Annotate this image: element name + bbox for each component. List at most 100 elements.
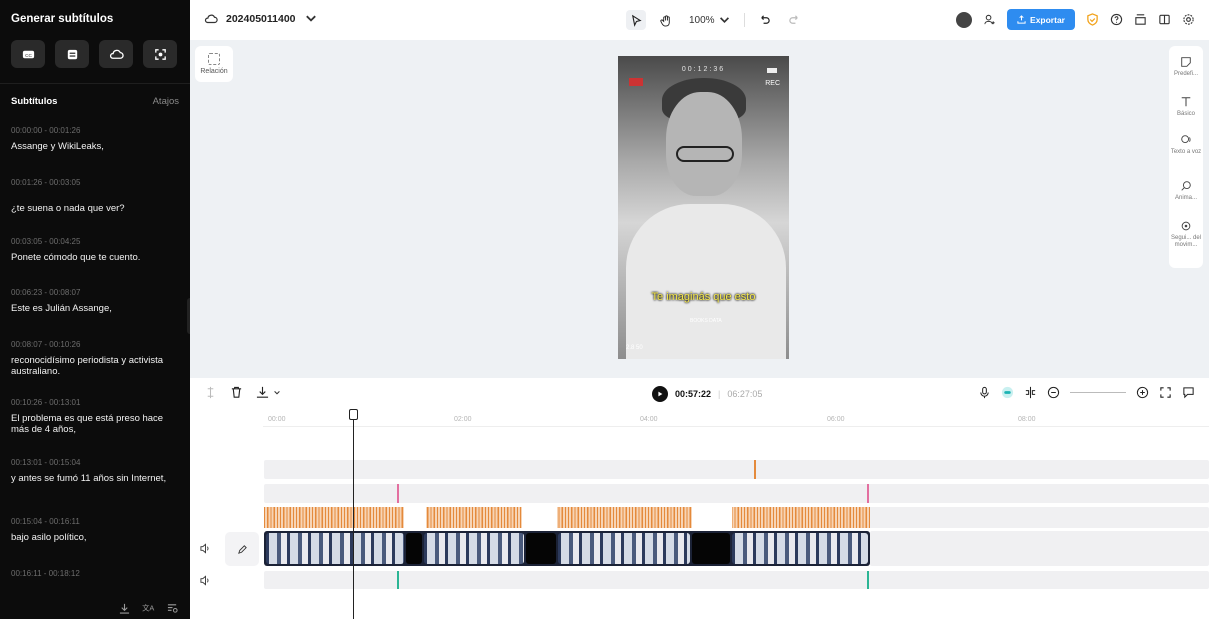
zoom-out-icon[interactable] (1047, 386, 1060, 399)
subtitle-item[interactable]: 00:10:26 - 00:13:01 El problema es que e… (11, 398, 179, 435)
layout-button[interactable] (1158, 13, 1171, 26)
chevron-down-icon[interactable] (273, 389, 281, 397)
animation-tool[interactable]: Anima... (1169, 180, 1203, 202)
stack-button[interactable] (1134, 13, 1147, 26)
select-tool-button[interactable] (626, 10, 646, 30)
basic-tool[interactable]: Básico (1169, 96, 1203, 118)
audio-waveform-track[interactable] (264, 507, 870, 528)
video-clip[interactable] (424, 533, 524, 564)
split-icon[interactable] (204, 386, 217, 399)
time-ruler[interactable]: 00:00 02:00 04:00 06:00 08:00 (263, 413, 1209, 427)
add-user-button[interactable] (983, 13, 996, 26)
pencil-icon (237, 544, 247, 554)
export-button[interactable]: Exportar (1007, 9, 1075, 30)
divider (743, 13, 745, 27)
track-5[interactable] (264, 571, 1209, 589)
undo-button[interactable] (755, 10, 775, 30)
edit-cover-button[interactable] (225, 532, 259, 566)
cloud-upload-button[interactable] (99, 40, 133, 68)
avatar[interactable] (956, 11, 973, 28)
subtitle-item[interactable]: 00:03:05 - 00:04:25 Ponete cómodo que te… (11, 237, 179, 263)
video-clip[interactable] (406, 533, 422, 564)
add-user-icon (984, 14, 995, 25)
clip-marker[interactable] (754, 460, 756, 479)
subtitle-time: 00:08:07 - 00:10:26 (11, 340, 81, 349)
preset-tool[interactable]: Predefi... (1169, 56, 1203, 78)
subtitle-text[interactable]: Assange y WikiLeaks, (11, 141, 179, 152)
fit-icon[interactable] (1159, 386, 1172, 399)
clip-marker[interactable] (867, 484, 869, 503)
track-mute-button[interactable] (200, 575, 211, 586)
playback-controls: 00:57:22 | 06:27:05 (652, 386, 762, 402)
aspect-ratio-button[interactable]: Relación (195, 46, 233, 82)
top-toolbar: 202405011400 100% Exportar (190, 0, 1209, 40)
layout-icon (1159, 14, 1170, 25)
translate-icon[interactable]: 文A (142, 603, 155, 614)
delete-icon[interactable] (230, 386, 243, 399)
auto-snap-icon[interactable] (1001, 386, 1014, 399)
chevron-down-icon (305, 15, 316, 22)
properties-toolbar: Predefi... Básico Texto a voz Anima... S… (1169, 46, 1203, 268)
split-view-icon[interactable] (1024, 386, 1037, 399)
video-clip[interactable] (558, 533, 690, 564)
video-clip[interactable] (526, 533, 556, 564)
shield-button[interactable] (1086, 13, 1099, 26)
settings-button[interactable] (1182, 13, 1195, 26)
subtitle-item[interactable]: 00:15:04 - 00:16:11 bajo asilo político, (11, 517, 179, 543)
video-frame-shape (626, 204, 786, 359)
subtitle-text[interactable]: Ponete cómodo que te cuento. (11, 252, 179, 263)
download-icon[interactable] (119, 603, 130, 614)
subtitle-time: 00:10:26 - 00:13:01 (11, 398, 81, 407)
subtitle-text[interactable]: ¿te suena o nada que ver? (11, 203, 179, 214)
subtitle-item[interactable]: 00:00:00 - 00:01:26 Assange y WikiLeaks, (11, 126, 179, 152)
track-mute-button[interactable] (200, 543, 211, 554)
cloud-icon (109, 49, 124, 59)
shortcuts-link[interactable]: Atajos (153, 96, 179, 107)
speaker-icon (200, 575, 209, 586)
video-clip[interactable] (692, 533, 730, 564)
tts-label: Texto a voz (1170, 149, 1202, 155)
subtitle-time: 00:01:26 - 00:03:05 (11, 178, 81, 187)
download-icon[interactable] (256, 386, 269, 399)
subtitle-text[interactable]: reconocidísimo periodista y activista au… (11, 355, 179, 377)
zoom-in-icon[interactable] (1136, 386, 1149, 399)
video-track[interactable] (264, 531, 870, 566)
subtitle-item[interactable]: 00:16:11 - 00:18:12 (11, 569, 179, 578)
hand-tool-button[interactable] (656, 10, 676, 30)
panel-title: Generar subtítulos (11, 13, 114, 25)
zoom-dropdown[interactable]: 100% (686, 10, 734, 30)
subtitle-item[interactable]: 00:01:26 - 00:03:05 ¿te suena o nada que… (11, 178, 179, 214)
tts-tool[interactable]: Texto a voz (1169, 134, 1203, 156)
video-clip[interactable] (732, 533, 868, 564)
clip-marker[interactable] (397, 571, 399, 589)
canvas-tools: 100% (626, 10, 805, 30)
project-selector[interactable]: 202405011400 (204, 12, 318, 26)
help-button[interactable] (1110, 13, 1123, 26)
zoom-slider[interactable] (1070, 392, 1126, 393)
video-preview[interactable]: 00:12:36 REC Te imaginás que esto BOOKS … (618, 56, 789, 359)
track-1[interactable] (264, 460, 1209, 479)
search-list-icon[interactable] (167, 603, 178, 614)
captions-button[interactable]: CC (11, 40, 45, 68)
subtitle-item[interactable]: 00:06:23 - 00:08:07 Este es Julián Assan… (11, 288, 179, 314)
playhead-handle[interactable] (349, 409, 358, 420)
subtitle-text[interactable]: El problema es que está preso hace más d… (11, 413, 179, 435)
subtitle-text[interactable]: y antes se fumó 11 años sin Internet, (11, 473, 179, 484)
play-button[interactable] (652, 386, 668, 402)
microphone-icon[interactable] (978, 386, 991, 399)
subtitle-item[interactable]: 00:08:07 - 00:10:26 reconocidísimo perio… (11, 340, 179, 377)
redo-button[interactable] (785, 10, 805, 30)
subtitle-text[interactable]: Este es Julián Assange, (11, 303, 179, 314)
video-clip[interactable] (266, 533, 404, 564)
text-subtitle-button[interactable] (55, 40, 89, 68)
clip-marker[interactable] (867, 571, 869, 589)
subtitle-item[interactable]: 00:13:01 - 00:15:04 y antes se fumó 11 a… (11, 458, 179, 484)
auto-caption-button[interactable] (143, 40, 177, 68)
comment-icon[interactable] (1182, 386, 1195, 399)
clip-marker[interactable] (397, 484, 399, 503)
subtitle-text[interactable]: bajo asilo político, (11, 532, 179, 543)
subtitle-caption[interactable]: Te imaginás que esto (618, 291, 789, 303)
playhead[interactable] (353, 410, 354, 619)
track-2[interactable] (264, 484, 1209, 503)
motion-tracking-tool[interactable]: Segui... del movim... (1169, 220, 1203, 249)
